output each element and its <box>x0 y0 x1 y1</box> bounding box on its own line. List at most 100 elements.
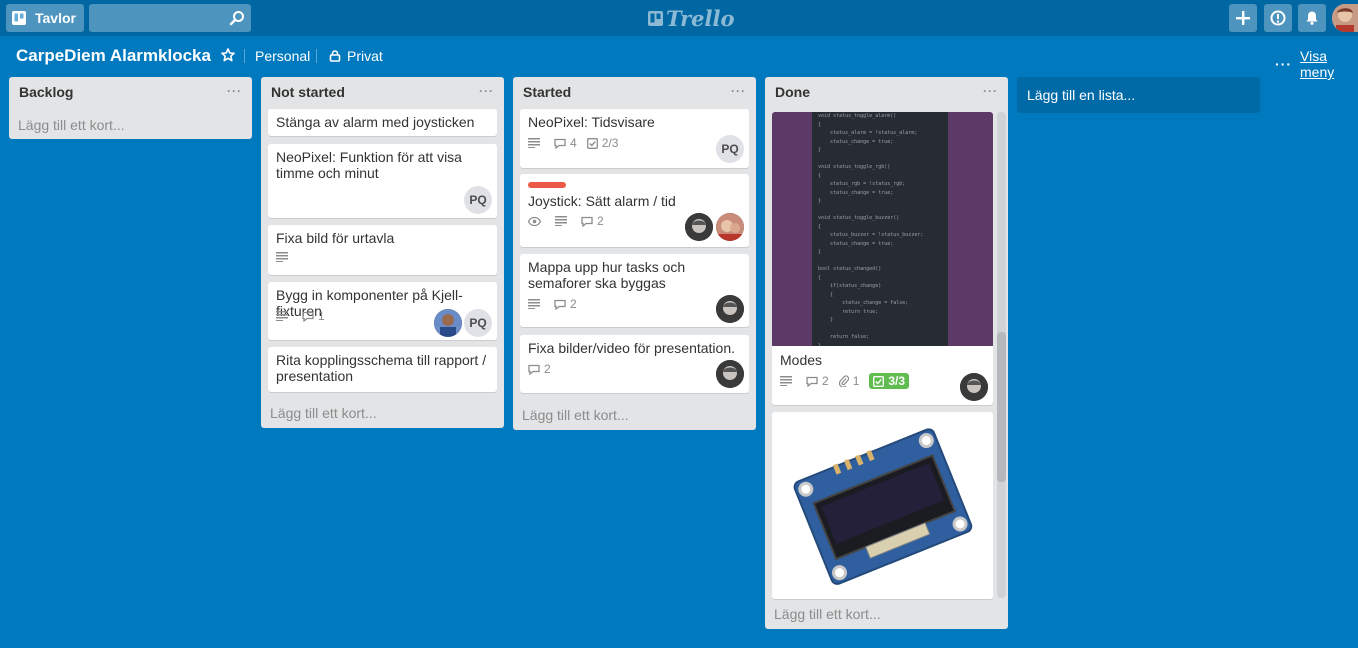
list-title[interactable]: Not started <box>271 84 345 100</box>
show-menu-button[interactable]: ··· Visa meny <box>1275 48 1358 80</box>
list-scrollbar[interactable] <box>997 112 1006 598</box>
card[interactable]: Fixa bild för urtavla <box>268 225 497 275</box>
top-header: Tavlor Trello <box>0 0 1358 36</box>
card-badges: 2 <box>528 214 614 228</box>
star-icon <box>221 48 235 62</box>
board-title[interactable]: CarpeDiem Alarmklocka <box>16 46 211 66</box>
list-backlog: Backlog ··· Lägg till ett kort... <box>9 77 252 139</box>
code-line: return true; <box>818 308 879 315</box>
member-avatar[interactable] <box>716 295 744 323</box>
member-avatar[interactable]: PQ <box>464 309 492 337</box>
member-avatar[interactable] <box>716 360 744 388</box>
code-line: status_alarm = !status_alarm; <box>818 130 918 136</box>
description-badge <box>528 138 544 148</box>
checklist-icon <box>586 137 598 149</box>
member-avatar[interactable]: PQ <box>716 135 744 163</box>
scrollbar-thumb[interactable] <box>997 332 1006 482</box>
list-title[interactable]: Done <box>775 84 810 100</box>
member-avatar[interactable]: PQ <box>464 186 492 214</box>
code-line: { <box>818 223 822 230</box>
description-badge <box>276 252 292 262</box>
info-button[interactable] <box>1264 4 1292 32</box>
comment-icon <box>806 376 818 387</box>
comments-count: 4 <box>570 136 577 150</box>
comment-icon <box>581 216 593 227</box>
watching-badge <box>528 216 545 226</box>
trello-logo[interactable]: Trello <box>648 6 735 31</box>
card-title: Mappa upp hur tasks och semaforer ska by… <box>528 259 686 291</box>
list-title[interactable]: Started <box>523 84 571 100</box>
card[interactable]: Mappa upp hur tasks och semaforer ska by… <box>520 254 749 327</box>
list-menu-icon[interactable]: ··· <box>731 84 746 98</box>
attachments-badge: 1 <box>838 374 860 388</box>
member-avatar[interactable] <box>716 213 744 241</box>
description-icon <box>528 138 540 148</box>
code-line: } <box>818 342 822 347</box>
checklist-icon <box>873 375 885 387</box>
checklist-count: 2/3 <box>601 136 619 150</box>
card[interactable]: Joystick: Sätt alarm / tid 2 <box>520 174 749 247</box>
checklist-count: 3/3 <box>888 374 906 388</box>
list-menu-icon[interactable]: ··· <box>227 84 242 98</box>
card-title: Rita kopplingsschema till rapport / pres… <box>276 352 487 384</box>
create-button[interactable] <box>1229 4 1257 32</box>
code-line: return false; <box>818 334 870 340</box>
comment-icon <box>554 299 566 310</box>
card-badges <box>276 252 302 262</box>
description-badge <box>276 311 292 321</box>
code-line: void status_toggle_rgb() <box>818 164 891 170</box>
attachments-count: 1 <box>852 374 860 388</box>
star-button[interactable] <box>221 48 235 62</box>
add-card-button[interactable]: Lägg till ett kort... <box>774 606 881 622</box>
add-card-button[interactable]: Lägg till ett kort... <box>270 405 377 421</box>
code-line: { <box>818 291 834 298</box>
list-menu-icon[interactable]: ··· <box>479 84 494 98</box>
description-icon <box>528 299 540 309</box>
visibility-button[interactable]: Privat <box>329 48 383 64</box>
card[interactable]: Bygg in komponenter på Kjell-fixturen 1 … <box>268 282 497 340</box>
description-icon <box>780 376 792 386</box>
comments-badge: 2 <box>528 362 551 376</box>
code-line: status_change = false; <box>818 300 909 306</box>
team-button[interactable]: Personal <box>255 48 310 64</box>
code-line: } <box>818 198 822 204</box>
user-avatar[interactable] <box>1332 4 1358 32</box>
code-line: if(status_change) <box>818 283 882 289</box>
code-line: status_change = true; <box>818 189 894 196</box>
comments-badge: 2 <box>806 374 829 388</box>
paperclip-icon <box>838 375 849 387</box>
card[interactable]: NeoPixel: Tidsvisare 4 2/3 PQ <box>520 109 749 168</box>
description-badge <box>528 299 544 309</box>
list-title[interactable]: Backlog <box>19 84 73 100</box>
avatar-photo-icon <box>1332 4 1358 32</box>
add-card-button[interactable]: Lägg till ett kort... <box>18 117 125 133</box>
code-line: status_change = true; <box>818 240 894 247</box>
member-avatar[interactable] <box>960 373 988 401</box>
card[interactable] <box>772 412 993 599</box>
description-icon <box>276 252 288 262</box>
card[interactable]: Rita kopplingsschema till rapport / pres… <box>268 347 497 392</box>
search-input[interactable] <box>89 4 251 32</box>
code-line: void status_toggle_alarm() <box>818 113 897 119</box>
list-menu-icon[interactable]: ··· <box>983 84 998 98</box>
member-photo-icon <box>960 373 988 401</box>
list-done: Done ··· void status_toggle_alarm() { sta… <box>765 77 1008 629</box>
member-avatar[interactable] <box>685 213 713 241</box>
boards-label: Tavlor <box>35 10 76 26</box>
boards-icon <box>12 11 26 25</box>
add-list-label: Lägg till en lista... <box>1027 87 1136 103</box>
member-avatar[interactable] <box>434 309 462 337</box>
card-badges: 2 <box>528 362 561 376</box>
card-title: Fixa bild för urtavla <box>276 230 395 246</box>
card[interactable]: void status_toggle_alarm() { status_alarm… <box>772 112 993 405</box>
search-icon <box>229 11 244 26</box>
add-card-button[interactable]: Lägg till ett kort... <box>522 407 629 423</box>
notifications-button[interactable] <box>1298 4 1326 32</box>
card-title: Joystick: Sätt alarm / tid <box>528 193 676 209</box>
add-list-button[interactable]: Lägg till en lista... <box>1017 77 1260 113</box>
card[interactable]: Fixa bilder/video för presentation. 2 <box>520 335 749 393</box>
comments-count: 2 <box>570 297 577 311</box>
card[interactable]: NeoPixel: Funktion för att visa timme oc… <box>268 144 497 218</box>
card[interactable]: Stänga av alarm med joysticken <box>268 109 497 136</box>
boards-button[interactable]: Tavlor <box>6 4 84 32</box>
